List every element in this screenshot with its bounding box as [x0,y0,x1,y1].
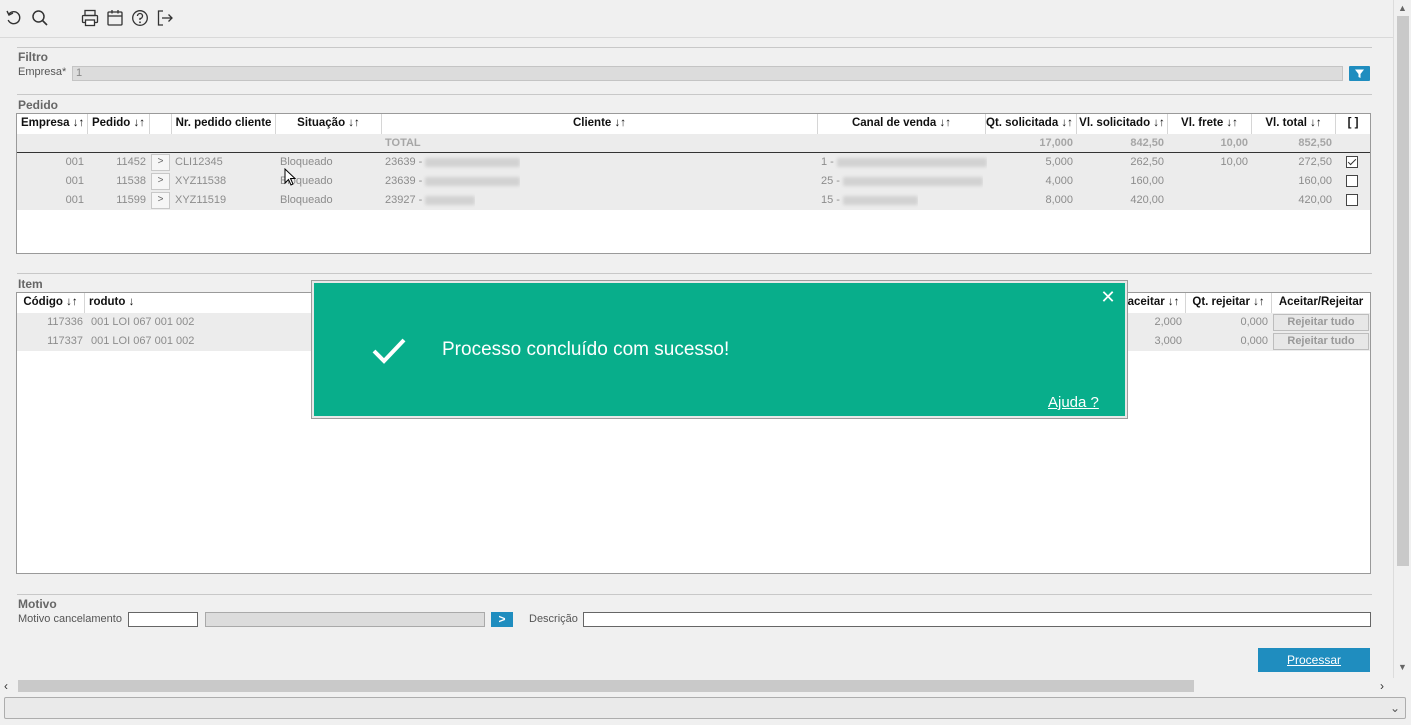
total-row: TOTAL 17,000 842,50 10,00 852,50 [17,134,1370,153]
horizontal-scrollbar[interactable]: ‹ › [0,678,1393,694]
col-aceitar-rejeitar[interactable]: Aceitar/Rejeitar [1272,293,1370,313]
pedido-grid: Empresa ↓↑ Pedido ↓↑ Nr. pedido cliente … [16,113,1371,254]
row-checkbox[interactable] [1346,156,1358,168]
col-nr-pedido-cliente[interactable]: Nr. pedido cliente [172,114,276,134]
help-icon[interactable] [131,9,151,29]
descricao-label: Descrição [529,613,578,625]
empresa-label: Empresa* [18,66,67,78]
refresh-icon[interactable] [5,9,25,29]
row-checkbox[interactable] [1346,175,1358,187]
motivo-code-input[interactable] [128,612,198,627]
rejeitar-tudo-button[interactable]: Rejeitar tudo [1273,314,1369,331]
vertical-scrollbar[interactable]: ▲ ▼ [1393,0,1411,678]
scroll-right-icon[interactable]: › [1380,679,1384,693]
processar-button[interactable]: Processar [1258,648,1370,672]
scroll-down-icon[interactable]: ▼ [1396,662,1409,672]
motivo-lookup-button[interactable]: > [491,612,513,627]
motivo-desc-field [205,612,485,627]
vertical-scroll-thumb[interactable] [1397,16,1409,566]
filtro-title: Filtro [18,50,48,64]
open-pedido-button[interactable]: > [151,173,170,190]
print-icon[interactable] [81,9,101,29]
col-pedido[interactable]: Pedido ↓↑ [88,114,150,134]
col-select-all[interactable]: [ ] [1336,114,1370,134]
scroll-up-icon[interactable]: ▲ [1396,3,1409,13]
col-situacao[interactable]: Situação ↓↑ [276,114,382,134]
col-canal-de-venda[interactable]: Canal de venda ↓↑ [818,114,986,134]
toast-message: Processo concluído com sucesso! [442,339,730,360]
status-bar: ⌄ [4,697,1406,719]
success-toast: Processo concluído com sucesso! ✕ Ajuda … [311,280,1128,419]
item-title: Item [18,277,43,291]
pedido-title: Pedido [18,98,59,112]
col-vl-solicitado[interactable]: Vl. solicitado ↓↑ [1077,114,1168,134]
table-row[interactable]: 001 11599 > XYZ11519 Bloqueado 23927 - 1… [17,191,1370,210]
empresa-field[interactable]: 1 [72,66,1343,81]
motivo-cancelamento-label: Motivo cancelamento [18,613,122,625]
checkmark-icon [372,337,406,365]
table-row[interactable]: 001 11452 > CLI12345 Bloqueado 23639 - 1… [17,153,1370,172]
col-vl-total[interactable]: Vl. total ↓↑ [1252,114,1336,134]
col-empresa[interactable]: Empresa ↓↑ [17,114,88,134]
search-icon[interactable] [31,9,51,29]
col-produto[interactable]: roduto ↓ [85,293,315,313]
chevron-down-icon[interactable]: ⌄ [1390,701,1400,715]
mouse-cursor-icon [284,167,298,188]
col-qt-rejeitar[interactable]: Qt. rejeitar ↓↑ [1186,293,1272,313]
ajuda-link[interactable]: Ajuda ? [1048,394,1099,411]
col-codigo[interactable]: Código ↓↑ [17,293,85,313]
exit-icon[interactable] [156,9,176,29]
horizontal-scroll-thumb[interactable] [18,680,1194,692]
close-icon[interactable]: ✕ [1099,287,1117,308]
open-pedido-button[interactable]: > [151,154,170,171]
col-qt-aceitar[interactable]: aceitar ↓↑ [1122,293,1186,313]
col-vl-frete[interactable]: Vl. frete ↓↑ [1168,114,1252,134]
row-checkbox[interactable] [1346,194,1358,206]
calendar-icon[interactable] [106,9,126,29]
filter-icon [1355,69,1364,78]
filter-button[interactable] [1349,66,1370,81]
descricao-input[interactable] [583,612,1371,627]
motivo-title: Motivo [18,597,57,611]
col-qt-solicitada[interactable]: Qt. solicitada ↓↑ [986,114,1077,134]
col-cliente[interactable]: Cliente ↓↑ [382,114,818,134]
rejeitar-tudo-button[interactable]: Rejeitar tudo [1273,333,1369,350]
table-row[interactable]: 001 11538 > XYZ11538 Bloqueado 23639 - 2… [17,172,1370,191]
scroll-left-icon[interactable]: ‹ [4,679,8,693]
open-pedido-button[interactable]: > [151,192,170,209]
